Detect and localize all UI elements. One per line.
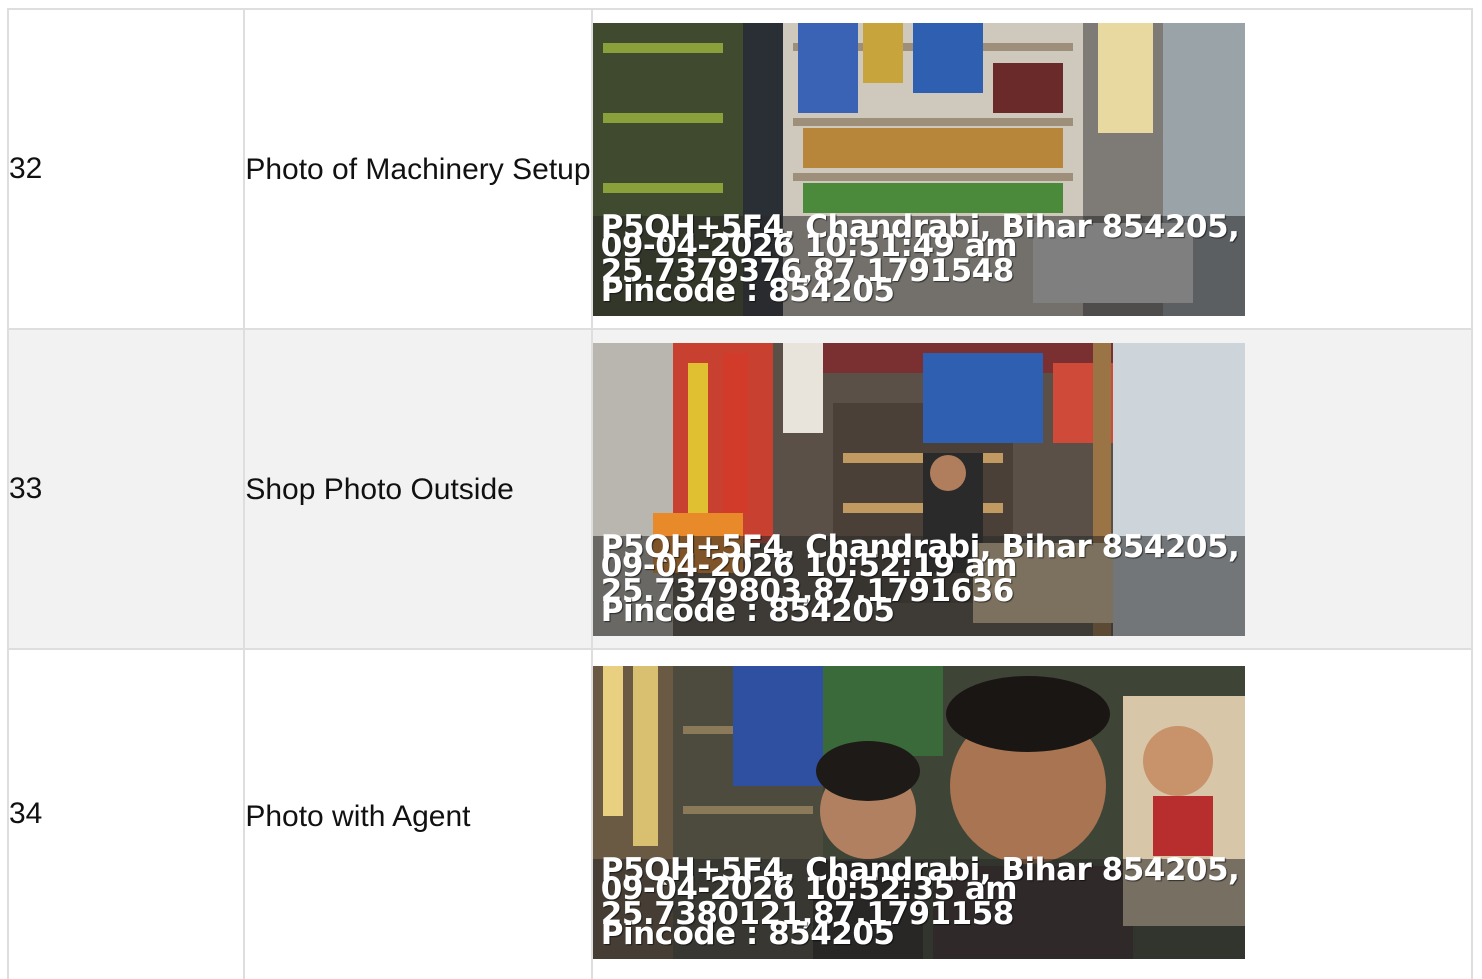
geo-stamp-overlay: P5QH+5F4, Chandrabi, Bihar 854205, India… (592, 211, 1245, 316)
photo-cell: P5QH+5F4, Chandrabi, Bihar 854205, India… (590, 8, 1474, 330)
shop-shelves-photo: P5QH+5F4, Chandrabi, Bihar 854205, India… (592, 22, 1245, 316)
photo-cell: P5QH+5F4, Chandrabi, Bihar 854205, India… (590, 328, 1474, 650)
stamp-pincode: Pincode : 854205 (600, 272, 895, 309)
row-label: Photo with Agent (243, 648, 593, 979)
row-number: 34 (6, 648, 246, 979)
row-number: 32 (6, 8, 246, 330)
row-label: Photo of Machinery Setup (243, 8, 593, 330)
selfie-with-agent-photo: P5QH+5F4, Chandrabi, Bihar 854205, India… (592, 666, 1245, 959)
table-row: 33 Shop Photo Outside P5QH+5F4, Chandrab… (6, 328, 1474, 650)
table-row: 34 Photo with Agent P5QH+5F4, Chandrabi,… (6, 648, 1474, 979)
photo-evidence-table: 32 Photo of Machinery Setup P5QH+5F4, Ch… (6, 8, 1474, 979)
shop-front-photo: P5QH+5F4, Chandrabi, Bihar 854205, India… (592, 342, 1245, 636)
table-row: 32 Photo of Machinery Setup P5QH+5F4, Ch… (6, 8, 1474, 330)
photo-cell: P5QH+5F4, Chandrabi, Bihar 854205, India… (590, 648, 1474, 979)
stamp-pincode: Pincode : 854205 (600, 916, 895, 952)
geo-stamp-overlay: P5QH+5F4, Chandrabi, Bihar 854205, India… (592, 531, 1245, 636)
row-number: 33 (6, 328, 246, 650)
row-label: Shop Photo Outside (243, 328, 593, 650)
stamp-pincode: Pincode : 854205 (600, 592, 895, 629)
geo-stamp-overlay: P5QH+5F4, Chandrabi, Bihar 854205, India… (592, 855, 1245, 959)
